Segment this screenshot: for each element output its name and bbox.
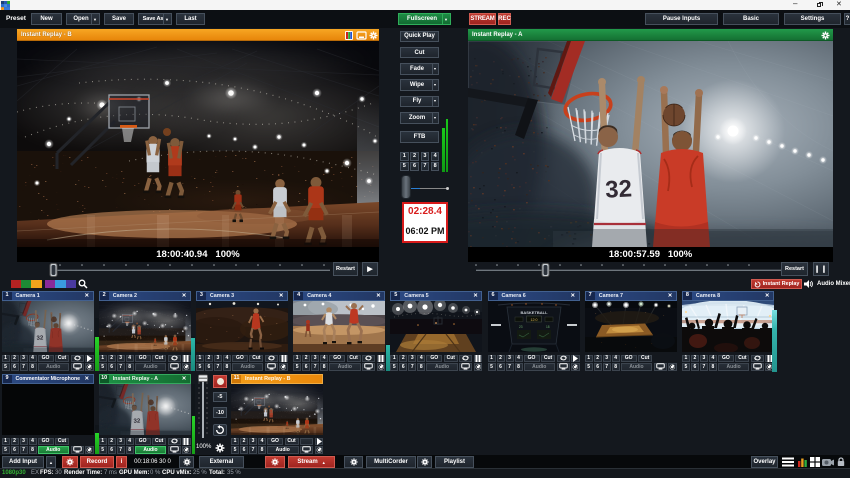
svg-text:18: 18 [546, 325, 550, 329]
svg-text:BASKETBALL: BASKETBALL [520, 310, 548, 315]
svg-text:32: 32 [605, 175, 633, 203]
svg-text:12:0: 12:0 [530, 318, 537, 322]
svg-text:23: 23 [519, 325, 523, 329]
